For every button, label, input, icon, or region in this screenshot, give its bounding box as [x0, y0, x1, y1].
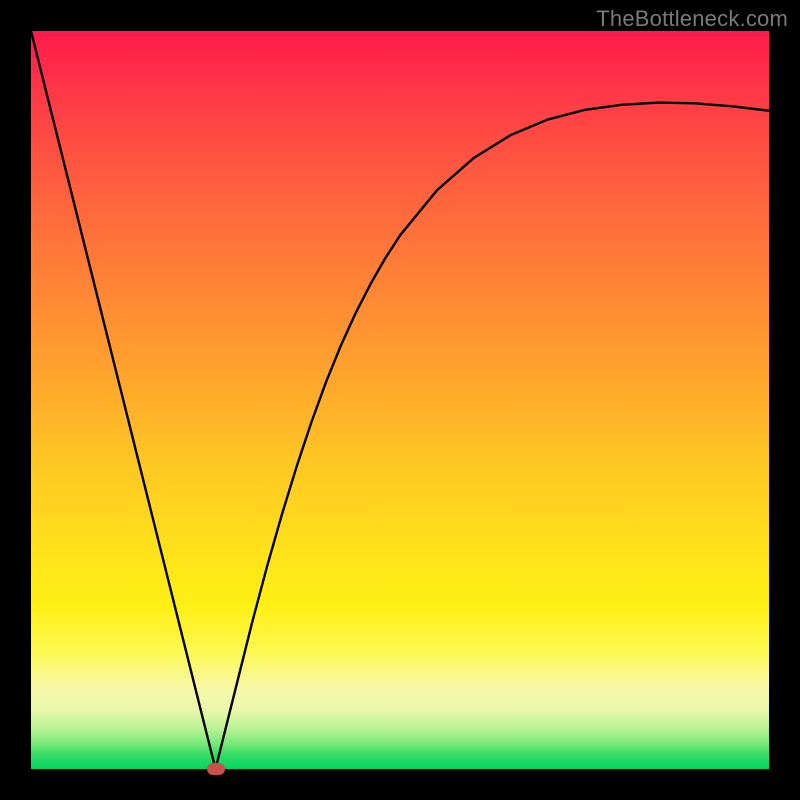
- attribution-text: TheBottleneck.com: [596, 6, 788, 32]
- chart-frame: TheBottleneck.com: [0, 0, 800, 800]
- minimum-marker: [207, 763, 225, 775]
- curve-path: [31, 31, 769, 769]
- bottleneck-curve: [31, 31, 769, 769]
